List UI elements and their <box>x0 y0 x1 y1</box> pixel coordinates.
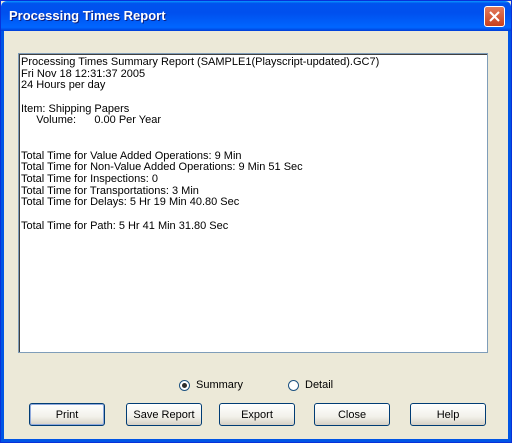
window-title: Processing Times Report <box>9 8 166 23</box>
close-icon <box>489 11 500 22</box>
detail-radio[interactable]: Detail <box>288 377 333 393</box>
report-window: Processing Times Report Processing Times… <box>0 0 512 443</box>
summary-radio[interactable]: Summary <box>179 377 243 393</box>
summary-radio-label: Summary <box>196 379 244 391</box>
report-line <box>21 92 485 104</box>
window-close-button[interactable] <box>484 6 505 27</box>
radio-selected-icon[interactable] <box>179 379 190 391</box>
report-line <box>21 139 485 151</box>
window-frame-right <box>508 31 511 442</box>
report-line <box>21 209 485 221</box>
close-button[interactable]: Close <box>314 403 390 426</box>
window-frame-left <box>1 31 4 442</box>
report-line: Total Time for Path: 5 Hr 41 Min 31.80 S… <box>21 219 229 232</box>
report-text-area[interactable]: Processing Times Summary Report (SAMPLE1… <box>18 53 488 353</box>
report-line: Total Time for Delays: 5 Hr 19 Min 40.80… <box>21 196 240 209</box>
report-line: Volume: 0.00 Per Year <box>21 114 162 127</box>
title-bar[interactable]: Processing Times Report <box>1 1 511 31</box>
save-report-button[interactable]: Save Report <box>126 403 202 426</box>
export-button[interactable]: Export <box>219 403 295 426</box>
window-frame-bottom <box>1 439 511 442</box>
report-line: 24 Hours per day <box>21 79 106 92</box>
report-line: Processing Times Summary Report (SAMPLE1… <box>21 56 380 68</box>
report-line: Total Time for Inspections: 0 <box>21 172 158 185</box>
report-line <box>21 127 485 139</box>
print-button[interactable]: Print <box>29 403 105 426</box>
radio-unselected-icon[interactable] <box>288 379 299 391</box>
detail-radio-label: Detail <box>305 379 334 391</box>
help-button[interactable]: Help <box>410 403 486 426</box>
